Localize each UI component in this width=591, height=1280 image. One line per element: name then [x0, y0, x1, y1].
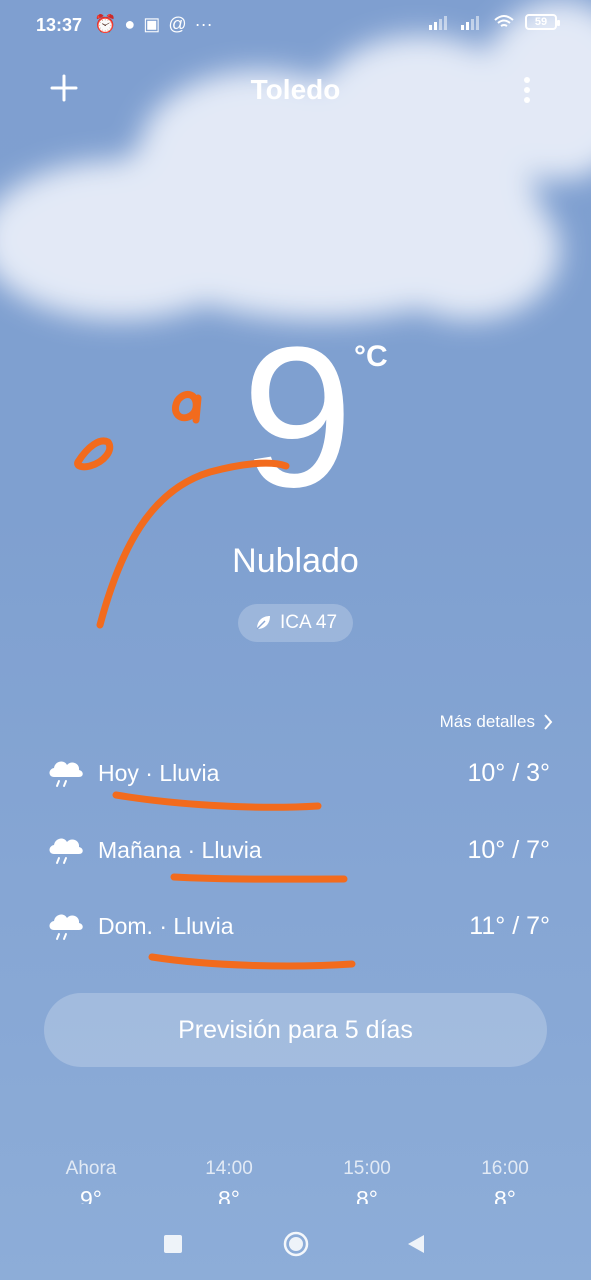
rain-cloud-icon	[49, 838, 83, 864]
day-temp-range: 10° / 3°	[467, 758, 550, 787]
more-details-link[interactable]: Más detalles	[440, 712, 553, 732]
more-options-icon[interactable]	[516, 74, 538, 106]
day-temp-range: 10° / 7°	[467, 835, 550, 864]
hour-temp: 9°	[80, 1186, 102, 1204]
hourly-item[interactable]: Ahora 9°	[46, 1158, 136, 1204]
rain-cloud-icon	[49, 914, 83, 940]
city-title: Toledo	[250, 74, 341, 105]
signal-icon	[429, 16, 447, 30]
flame-icon: ●	[124, 14, 136, 34]
navigation-bar	[0, 1222, 591, 1266]
day-temp-range: 11° / 7°	[469, 911, 550, 940]
hour-temp: 8°	[356, 1186, 378, 1204]
status-time: 13:37	[36, 15, 83, 35]
system-icons: 59	[429, 14, 560, 30]
chevron-right-icon	[544, 714, 553, 730]
status-bar: 13:37 ⏰ ● ▣ @ ··· 59	[0, 0, 591, 52]
battery-level: 59	[534, 16, 548, 28]
back-button[interactable]	[406, 1233, 426, 1255]
home-button[interactable]	[282, 1230, 310, 1258]
hour-temp: 8°	[218, 1186, 240, 1204]
hour-label: 14:00	[205, 1158, 253, 1179]
alarm-icon: ⏰	[94, 14, 117, 34]
battery-icon: 59	[525, 14, 560, 30]
annotation-scribble	[74, 391, 290, 629]
more-notifications-icon: ···	[194, 14, 213, 34]
hour-label: 16:00	[481, 1158, 529, 1179]
wifi-icon	[494, 15, 514, 27]
hour-label: Ahora	[65, 1158, 117, 1179]
hourly-item[interactable]: 14:00 8°	[184, 1158, 274, 1204]
hourly-item[interactable]: 16:00 8°	[460, 1158, 550, 1204]
at-icon: @	[168, 14, 187, 34]
signal-icon	[461, 16, 479, 30]
hour-label: 15:00	[343, 1158, 391, 1179]
hourly-item[interactable]: 15:00 8°	[322, 1158, 412, 1204]
more-details-label: Más detalles	[439, 712, 535, 731]
notification-icons: ⏰ ● ▣ @ ···	[94, 14, 213, 35]
hour-temp: 8°	[494, 1186, 516, 1204]
recent-apps-button[interactable]	[163, 1234, 183, 1254]
five-day-forecast-button[interactable]: Previsión para 5 días	[44, 993, 547, 1067]
temperature-unit: °C	[354, 340, 388, 373]
annotation-underlines	[112, 791, 356, 970]
rain-cloud-icon	[49, 761, 83, 787]
translate-icon: ▣	[143, 14, 161, 34]
